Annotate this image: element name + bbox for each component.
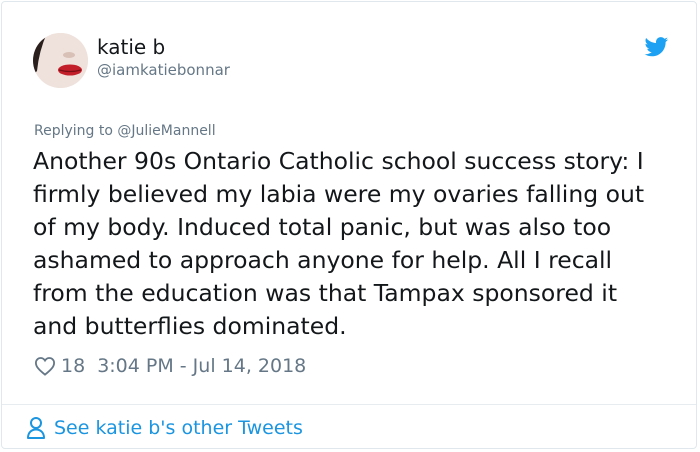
- person-icon: [27, 417, 45, 439]
- embedded-tweet-card: katie b @iamkatiebonnar Replying to @Jul…: [1, 1, 697, 449]
- divider: [2, 404, 696, 405]
- tweet-text-line: ashamed to approach anyone for help. All…: [33, 246, 613, 274]
- tweet-text-line: firmly believed my labia were my ovaries…: [33, 180, 645, 208]
- replying-to: Replying to @JulieMannell: [34, 123, 216, 139]
- avatar-image: [33, 33, 88, 88]
- replying-to-mention-link[interactable]: @JulieMannell: [117, 123, 215, 139]
- author-name[interactable]: katie b: [97, 35, 165, 59]
- see-other-tweets-label[interactable]: See katie b's other Tweets: [54, 417, 303, 439]
- tweet-meta: 18 3:04 PM - Jul 14, 2018: [34, 352, 306, 380]
- heart-icon[interactable]: [34, 356, 56, 376]
- avatar[interactable]: [33, 33, 88, 88]
- like-count[interactable]: 18: [61, 355, 85, 377]
- see-other-tweets-link[interactable]: See katie b's other Tweets: [26, 416, 303, 440]
- tweet-text-line: Another 90s Ontario Catholic school succ…: [33, 147, 644, 175]
- tweet-text-line: of my body. Induced total panic, but was…: [33, 213, 612, 241]
- twitter-bird-icon[interactable]: [644, 37, 669, 57]
- tweet-text-line: from the education was that Tampax spons…: [33, 279, 618, 307]
- author-handle[interactable]: @iamkatiebonnar: [97, 61, 230, 79]
- tweet-text-line: and butterflies dominated.: [33, 312, 347, 340]
- tweet-timestamp[interactable]: 3:04 PM - Jul 14, 2018: [97, 355, 306, 377]
- replying-to-prefix: Replying to: [34, 123, 118, 139]
- tweet-text: Another 90s Ontario Catholic school succ…: [33, 145, 683, 343]
